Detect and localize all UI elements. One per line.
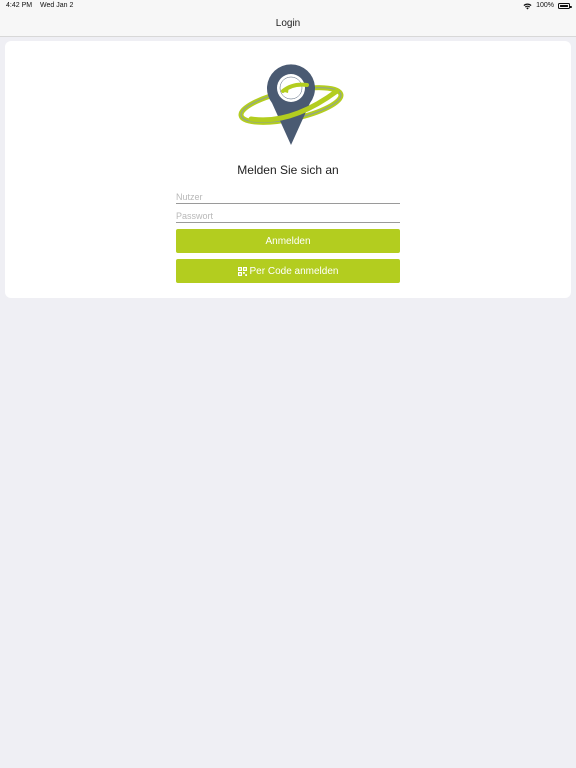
status-right: 100% bbox=[523, 0, 572, 12]
qr-code-icon bbox=[237, 266, 247, 276]
code-login-button-label: Per Code anmelden bbox=[249, 265, 339, 277]
username-input[interactable] bbox=[176, 190, 400, 204]
password-input[interactable] bbox=[176, 209, 400, 223]
login-button-label: Anmelden bbox=[265, 235, 311, 247]
battery-icon bbox=[558, 3, 572, 9]
battery-level bbox=[560, 5, 568, 7]
login-heading: Melden Sie sich an bbox=[237, 163, 339, 177]
code-login-button[interactable]: Per Code anmelden bbox=[176, 259, 400, 283]
battery-percent: 100% bbox=[536, 2, 554, 9]
login-button[interactable]: Anmelden bbox=[176, 229, 400, 253]
login-card: Melden Sie sich an Anmelden Per Code anm… bbox=[5, 41, 571, 298]
navigation-bar: Login bbox=[0, 12, 576, 37]
status-left: 4:42 PM Wed Jan 2 bbox=[6, 0, 79, 12]
page-title: Login bbox=[275, 18, 301, 29]
status-date: Wed Jan 2 bbox=[40, 2, 74, 9]
status-bar: 4:42 PM Wed Jan 2 100% bbox=[0, 0, 576, 12]
location-pin-logo-icon bbox=[238, 64, 344, 145]
wifi-icon bbox=[523, 3, 532, 9]
status-time: 4:42 PM bbox=[6, 2, 33, 9]
